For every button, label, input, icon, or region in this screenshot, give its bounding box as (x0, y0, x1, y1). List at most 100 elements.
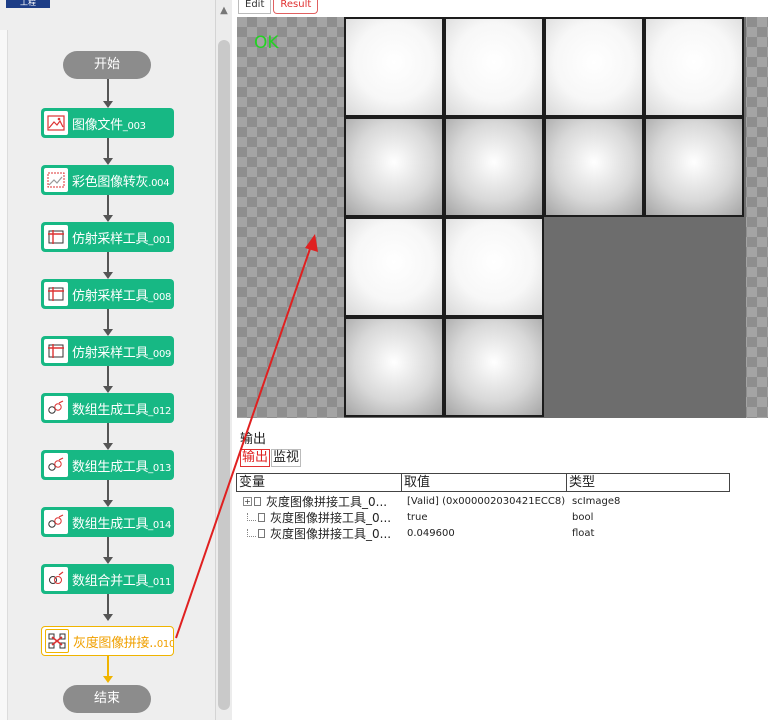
expand-icon[interactable]: + (243, 496, 252, 506)
tree-connector (247, 513, 256, 521)
tree-connector (247, 529, 256, 537)
flow-node-label: 彩色图像转灰.004 (72, 174, 170, 190)
flow-node-array-merge-011[interactable]: 数组合并工具_011 (41, 564, 174, 594)
flow-start-node[interactable]: 开始 (63, 51, 151, 79)
flow-node-label: 灰度图像拼接..010 (73, 635, 174, 651)
image-tile (444, 317, 544, 417)
column-header-variable[interactable]: 变量 (237, 474, 402, 491)
image-file-icon (44, 111, 68, 135)
type-cell: float (572, 527, 595, 539)
flow-node-image-file[interactable]: 图像文件_003 (41, 108, 174, 138)
flow-node-array-gen-012[interactable]: 数组生成工具_012 (41, 393, 174, 423)
image-tile (544, 17, 644, 117)
project-badge: 工程 (6, 0, 50, 8)
flow-node-label: 仿射采样工具_009 (72, 345, 172, 361)
flow-node-label: 图像文件_003 (72, 117, 146, 133)
tab-monitor[interactable]: 监视 (271, 449, 302, 467)
value-cell: 0.049600 (407, 527, 455, 539)
type-cell: bool (572, 511, 594, 523)
flow-node-label: 数组生成工具_013 (72, 459, 172, 475)
flow-node-label: 数组生成工具_014 (72, 516, 172, 532)
table-row[interactable]: + 灰度图像拼接工具_0... [Valid] (0x000002030421E… (236, 493, 730, 509)
flow-connector (107, 252, 109, 272)
output-tabs: 输出 监视 (240, 449, 302, 467)
flow-end-node[interactable]: 结束 (63, 685, 151, 713)
column-header-value[interactable]: 取值 (402, 474, 567, 491)
flow-node-color-to-gray[interactable]: 彩色图像转灰.004 (41, 165, 174, 195)
flow-scrollbar[interactable]: ▲ (215, 0, 232, 720)
column-header-type[interactable]: 类型 (567, 474, 729, 491)
image-tile (444, 117, 544, 217)
flow-arrow (103, 443, 113, 450)
variable-icon (258, 528, 265, 538)
flow-node-array-gen-014[interactable]: 数组生成工具_014 (41, 507, 174, 537)
type-cell: scImage8 (572, 495, 621, 507)
array-generate-icon (44, 453, 68, 477)
output-table-header: 变量 取值 类型 (236, 473, 730, 492)
flow-node-affine-008[interactable]: 仿射采样工具_008 (41, 279, 174, 309)
tab-edit[interactable]: Edit (238, 0, 272, 14)
flow-panel: 工程 开始 图像文件_003 彩色图像转灰.004 仿射采样工具_001 仿射采… (0, 0, 215, 720)
flow-connector (107, 423, 109, 443)
flow-node-label: 数组合并工具_011 (72, 573, 172, 589)
image-tile (344, 17, 444, 117)
array-merge-icon (44, 567, 68, 591)
variable-cell: + 灰度图像拼接工具_0... (236, 493, 401, 510)
output-table: 变量 取值 类型 + 灰度图像拼接工具_0... [Valid] (0x0000… (236, 473, 730, 541)
variable-name: 灰度图像拼接工具_0... (270, 526, 392, 541)
flow-arrow (103, 386, 113, 393)
image-tile (344, 317, 444, 417)
flow-node-affine-001[interactable]: 仿射采样工具_001 (41, 222, 174, 252)
flow-connector (107, 480, 109, 500)
value-cell: [Valid] (0x000002030421ECC8) (407, 495, 566, 507)
variable-cell: 灰度图像拼接工具_0... (236, 525, 401, 542)
tab-output[interactable]: 输出 (240, 449, 271, 467)
variable-icon (258, 512, 265, 522)
flow-edge-strip (0, 30, 8, 720)
variable-cell: 灰度图像拼接工具_0... (236, 509, 401, 526)
image-tile (644, 117, 744, 217)
flow-arrow (103, 614, 113, 621)
scroll-up-icon[interactable]: ▲ (216, 3, 232, 19)
affine-sample-icon (44, 282, 68, 306)
flow-connector (107, 537, 109, 557)
flow-connector (107, 366, 109, 386)
flow-arrow (103, 158, 113, 165)
image-tile (344, 217, 444, 317)
flow-node-array-gen-013[interactable]: 数组生成工具_013 (41, 450, 174, 480)
flow-arrow (103, 101, 113, 108)
image-tile (444, 217, 544, 317)
flow-connector (107, 195, 109, 215)
tab-result[interactable]: Result (273, 0, 319, 14)
array-generate-icon (44, 396, 68, 420)
flow-arrow (103, 329, 113, 336)
flow-node-label: 仿射采样工具_008 (72, 288, 172, 304)
variable-name: 灰度图像拼接工具_0... (266, 494, 388, 509)
table-row[interactable]: 灰度图像拼接工具_0... true bool (236, 509, 730, 525)
affine-sample-icon (44, 225, 68, 249)
flow-connector (107, 138, 109, 158)
flow-node-affine-009[interactable]: 仿射采样工具_009 (41, 336, 174, 366)
variable-name: 灰度图像拼接工具_0... (270, 510, 392, 525)
app-window: 工程 开始 图像文件_003 彩色图像转灰.004 仿射采样工具_001 仿射采… (0, 0, 768, 720)
flow-arrow (103, 676, 113, 683)
image-tile (644, 17, 744, 117)
flow-arrow (103, 557, 113, 564)
image-tile (344, 117, 444, 217)
image-tile (444, 17, 544, 117)
output-title: 输出 (240, 432, 267, 447)
table-row[interactable]: 灰度图像拼接工具_0... 0.049600 float (236, 525, 730, 541)
image-tile (544, 117, 644, 217)
flow-node-gray-stitch-010[interactable]: 灰度图像拼接..010 (41, 626, 174, 656)
array-generate-icon (44, 510, 68, 534)
value-cell: true (407, 511, 428, 523)
color-to-gray-icon (44, 168, 68, 192)
variable-icon (254, 496, 261, 506)
result-status: OK (254, 33, 279, 53)
flow-node-label: 仿射采样工具_001 (72, 231, 172, 247)
result-image-view[interactable]: OK (237, 17, 768, 418)
flow-node-label: 数组生成工具_012 (72, 402, 172, 418)
stitched-image (344, 17, 746, 418)
flow-scroll-thumb[interactable] (218, 40, 230, 710)
flow-arrow (103, 272, 113, 279)
